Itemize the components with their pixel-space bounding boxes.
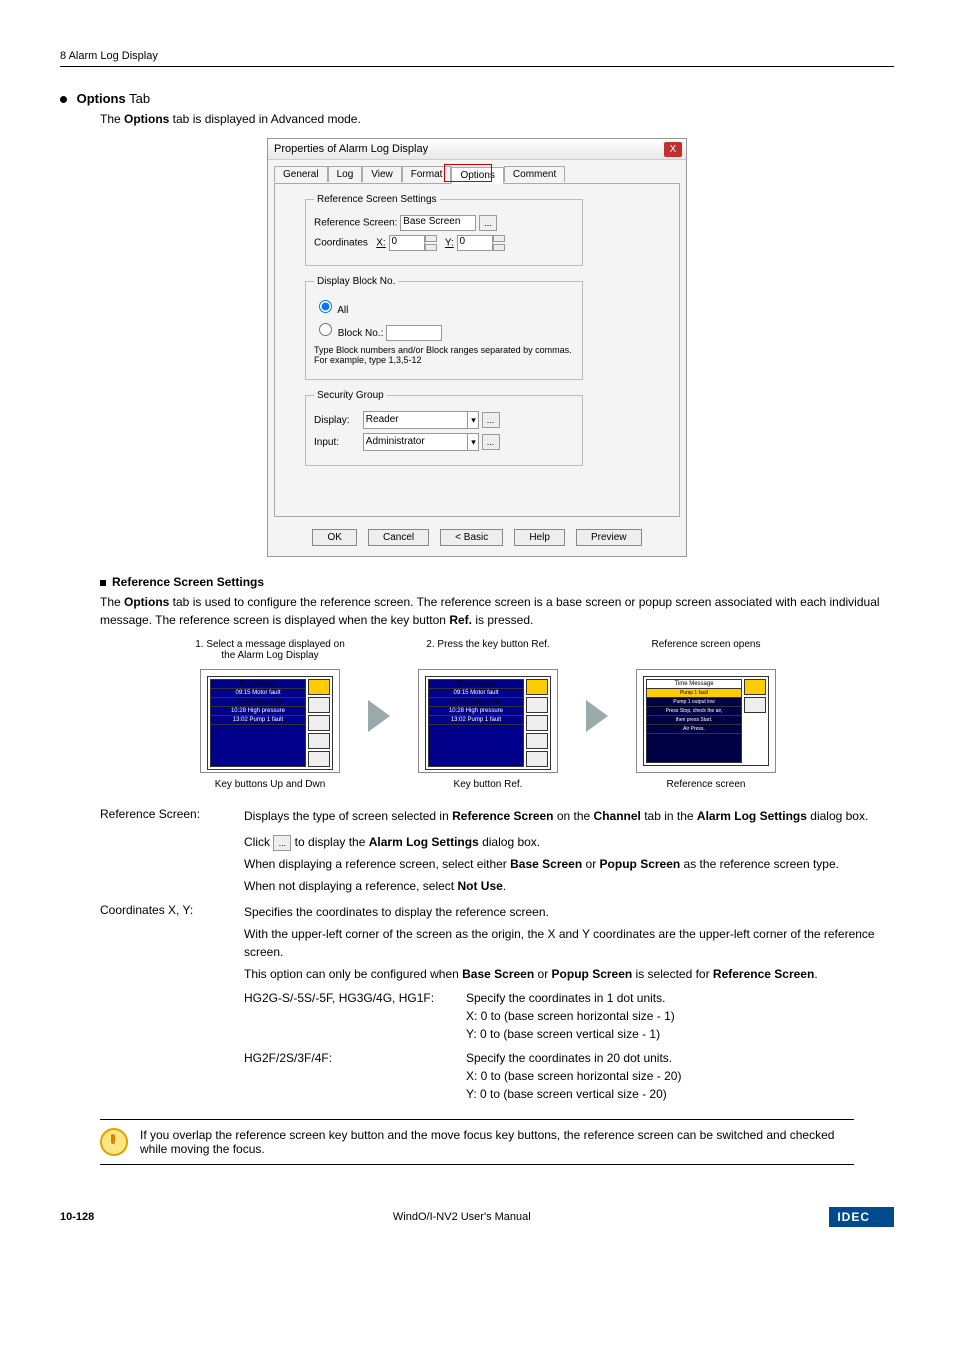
security-input-browse[interactable]: ... bbox=[482, 434, 500, 450]
page-header: 8 Alarm Log Display bbox=[60, 50, 894, 67]
basic-button[interactable]: < Basic bbox=[440, 529, 503, 546]
mini-ref-button bbox=[308, 679, 330, 695]
dialog-buttons: OK Cancel < Basic Help Preview bbox=[268, 523, 686, 556]
ref-screen-paragraph: The Options tab is used to configure the… bbox=[100, 593, 894, 629]
help-button[interactable]: Help bbox=[514, 529, 565, 546]
flow-caption-3: Reference screen opens bbox=[616, 639, 796, 663]
coord-y-spinner[interactable] bbox=[493, 235, 505, 251]
flow-caption-1: 1. Select a message displayed onthe Alar… bbox=[180, 639, 360, 663]
properties-dialog: Properties of Alarm Log Display X Genera… bbox=[267, 138, 687, 557]
coordinates-label: Coordinates bbox=[314, 238, 368, 249]
flow-diagram: 1. Select a message displayed onthe Alar… bbox=[180, 639, 894, 793]
sec-input-label: Input: bbox=[314, 437, 360, 448]
cancel-button[interactable]: Cancel bbox=[368, 529, 429, 546]
block-all-radio[interactable] bbox=[319, 300, 332, 313]
flow-screen-3: Time MessagePump 1 faultPump 1 output lo… bbox=[636, 669, 776, 773]
sub-val-2: Specify the coordinates in 20 dot units.… bbox=[466, 1049, 894, 1103]
sec-disp-label: Display: bbox=[314, 415, 360, 426]
coord-x-input[interactable]: 0 bbox=[389, 235, 425, 251]
mini-btn bbox=[308, 733, 330, 749]
mini-dwn-button bbox=[308, 715, 330, 731]
footer-title: WindO/I-NV2 User's Manual bbox=[393, 1211, 531, 1223]
tab-log[interactable]: Log bbox=[328, 166, 363, 182]
brand-logo: IDEC bbox=[829, 1207, 894, 1227]
flow-bottom-2: Key button Ref. bbox=[398, 779, 578, 793]
block-all-label: All bbox=[337, 305, 348, 316]
mini-btn bbox=[744, 697, 766, 713]
coord-x-label: X: bbox=[376, 238, 385, 249]
ref-legend: Reference Screen Settings bbox=[314, 194, 440, 205]
desc-reference-screen: Displays the type of screen selected in … bbox=[244, 807, 894, 895]
tab-comment[interactable]: Comment bbox=[504, 166, 565, 182]
close-icon[interactable]: X bbox=[664, 142, 682, 157]
tab-view[interactable]: View bbox=[362, 166, 402, 182]
term-reference-screen: Reference Screen: bbox=[100, 807, 230, 895]
coord-x-spinner[interactable] bbox=[425, 235, 437, 251]
coord-y-input[interactable]: 0 bbox=[457, 235, 493, 251]
flow-caption-2: 2. Press the key button Ref. bbox=[398, 639, 578, 663]
bullet-icon bbox=[60, 96, 67, 103]
flow-bottom-3: Reference screen bbox=[616, 779, 796, 793]
mini-ref-button bbox=[744, 679, 766, 695]
display-block-group: Display Block No. All Block No.: Type Bl… bbox=[305, 276, 583, 380]
mini-btn bbox=[526, 751, 548, 767]
ref-screen-field[interactable]: Base Screen bbox=[400, 215, 476, 231]
block-hint: Type Block numbers and/or Block ranges s… bbox=[314, 345, 574, 365]
arrow-icon bbox=[368, 700, 390, 732]
dialog-titlebar: Properties of Alarm Log Display X bbox=[268, 139, 686, 160]
tab-general[interactable]: General bbox=[274, 166, 328, 182]
term-coordinates: Coordinates X, Y: bbox=[100, 903, 230, 1103]
ok-button[interactable]: OK bbox=[312, 529, 356, 546]
mini-ref-button bbox=[526, 679, 548, 695]
page-footer: 10-128 WindO/I-NV2 User's Manual IDEC bbox=[60, 1201, 894, 1233]
ref-screen-browse-button[interactable]: ... bbox=[479, 215, 497, 231]
security-display-select[interactable]: Reader bbox=[363, 411, 479, 429]
arrow-icon bbox=[586, 700, 608, 732]
block-no-radio[interactable] bbox=[319, 323, 332, 336]
reference-screen-settings-group: Reference Screen Settings Reference Scre… bbox=[305, 194, 583, 266]
security-group: Security Group Display: Reader ... Input… bbox=[305, 390, 583, 466]
options-tab-subtext: The Options tab is displayed in Advanced… bbox=[100, 112, 894, 126]
security-input-select[interactable]: Administrator bbox=[363, 433, 479, 451]
page-number: 10-128 bbox=[60, 1211, 94, 1223]
options-tab-heading: Options Tab bbox=[60, 91, 894, 106]
ref-screen-label: Reference Screen: bbox=[314, 218, 397, 229]
preview-button[interactable]: Preview bbox=[576, 529, 642, 546]
sub-val-1: Specify the coordinates in 1 dot units. … bbox=[466, 989, 894, 1043]
ref-screen-settings-heading: Reference Screen Settings bbox=[100, 575, 894, 589]
ellipsis-button-icon: ... bbox=[273, 835, 291, 851]
sub-key-1: HG2G-S/-5S/-5F, HG3G/4G, HG1F: bbox=[244, 989, 454, 1043]
sub-key-2: HG2F/2S/3F/4F: bbox=[244, 1049, 454, 1103]
lightbulb-icon bbox=[100, 1128, 128, 1156]
square-bullet-icon bbox=[100, 580, 106, 586]
desc-coordinates: Specifies the coordinates to display the… bbox=[244, 903, 894, 1103]
dialog-title-text: Properties of Alarm Log Display bbox=[274, 143, 428, 155]
security-display-browse[interactable]: ... bbox=[482, 412, 500, 428]
mini-btn bbox=[526, 733, 548, 749]
sec-legend: Security Group bbox=[314, 390, 387, 401]
flow-screen-1: Time Message09:15 Motor fault10:02 Pump1… bbox=[200, 669, 340, 773]
flow-bottom-1: Key buttons Up and Dwn bbox=[180, 779, 360, 793]
highlight-tab-icon bbox=[444, 164, 492, 182]
block-no-label: Block No.: bbox=[338, 328, 384, 339]
mini-dwn-button bbox=[526, 715, 548, 731]
tip-text: If you overlap the reference screen key … bbox=[140, 1128, 854, 1156]
dialog-tabs: GeneralLogViewFormatOptionsComment bbox=[268, 160, 686, 183]
block-no-input[interactable] bbox=[386, 325, 442, 341]
flow-screen-2: Time Message09:15 Motor fault10:02 Pump1… bbox=[418, 669, 558, 773]
coord-y-label: Y: bbox=[445, 238, 454, 249]
block-legend: Display Block No. bbox=[314, 276, 398, 287]
tip-note: If you overlap the reference screen key … bbox=[100, 1119, 854, 1165]
mini-up-button bbox=[526, 697, 548, 713]
mini-up-button bbox=[308, 697, 330, 713]
mini-btn bbox=[308, 751, 330, 767]
